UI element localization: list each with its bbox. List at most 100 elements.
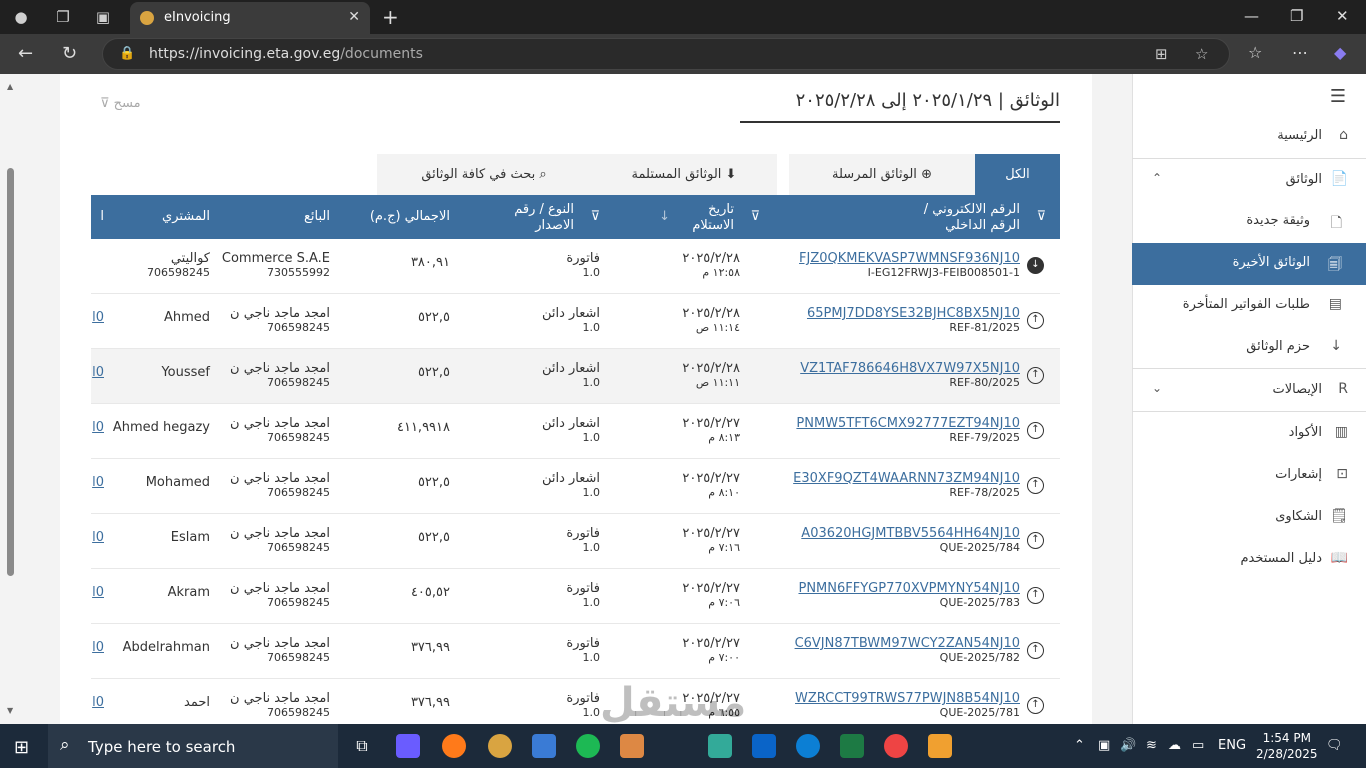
excel-icon[interactable] bbox=[840, 734, 864, 758]
doc-uuid-link[interactable]: FJZ0QKMEKVASP7WMNSF936NJ10 bbox=[760, 251, 1020, 266]
sidebar-item-user-guide[interactable]: 📖 دليل المستخدم bbox=[1132, 539, 1366, 579]
sidebar-item-new-document[interactable]: 🗋 وثيقة جديدة bbox=[1132, 201, 1366, 241]
filter-icon[interactable]: ⊽ bbox=[750, 209, 760, 225]
header-extra[interactable]: ا bbox=[100, 209, 104, 225]
table-row[interactable]: ↑ 65PMJ7DD8YSE32BJHC8BX5NJ10 REF-81/2025… bbox=[91, 294, 1060, 349]
notifications-icon[interactable]: 🗨 bbox=[1326, 738, 1343, 753]
sidebar-item-home[interactable]: ⌂ الرئيسية bbox=[1132, 116, 1366, 156]
copilot-icon[interactable]: ◆ bbox=[1334, 43, 1346, 62]
extra-link[interactable]: l0 bbox=[91, 365, 104, 380]
scroll-down-icon[interactable]: ▼ bbox=[7, 706, 13, 715]
new-tab-icon[interactable]: + bbox=[382, 5, 399, 29]
header-date[interactable]: تاريخ الاستلام bbox=[674, 202, 734, 234]
chrome-icon[interactable] bbox=[884, 734, 908, 758]
extra-link[interactable]: l0 bbox=[91, 310, 104, 325]
table-row[interactable]: ↑ A03620HGJMTBBV5564HH64NJ10 QUE-2025/78… bbox=[91, 514, 1060, 569]
header-id[interactable]: الرقم الالكتروني / الرقم الداخلي bbox=[910, 202, 1020, 234]
copilot-app-icon[interactable] bbox=[396, 734, 420, 758]
sort-icon[interactable]: ↓ bbox=[659, 209, 670, 225]
app-available-icon[interactable]: ⊞ bbox=[1155, 45, 1168, 63]
language-indicator[interactable]: ENG bbox=[1218, 738, 1246, 753]
m365-icon[interactable] bbox=[708, 734, 732, 758]
taskbar-search[interactable]: ⌕ Type here to search bbox=[48, 724, 338, 768]
sidebar-item-complaints[interactable]: 🗒 الشكاوى bbox=[1132, 497, 1366, 537]
tab-actions-icon[interactable]: ▣ bbox=[92, 6, 114, 28]
header-buyer[interactable]: المشتري bbox=[110, 209, 210, 225]
sidebar-item-document-packages[interactable]: ↓ حزم الوثائق bbox=[1132, 327, 1366, 367]
doc-uuid-link[interactable]: WZRCCT99TRWS77PWJN8B54NJ10 bbox=[760, 691, 1020, 706]
clock[interactable]: 1:54 PM 2/28/2025 bbox=[1256, 730, 1318, 762]
extra-link[interactable]: l0 bbox=[91, 420, 104, 435]
tab-all[interactable]: الكل bbox=[975, 154, 1060, 195]
table-row[interactable]: ↑ WZRCCT99TRWS77PWJN8B54NJ10 QUE-2025/78… bbox=[91, 679, 1060, 724]
task-view-icon[interactable]: ⧉ bbox=[350, 734, 374, 758]
table-row[interactable]: ↑ VZ1TAF786646H8VX7W97X5NJ10 REF-80/2025… bbox=[91, 349, 1060, 404]
app-icon[interactable] bbox=[620, 734, 644, 758]
doc-uuid-link[interactable]: A03620HGJMTBBV5564HH64NJ10 bbox=[760, 526, 1020, 541]
workspaces-icon[interactable]: ❐ bbox=[52, 6, 74, 28]
doc-uuid-link[interactable]: C6VJN87TBWM97WCY2ZAN54NJ10 bbox=[760, 636, 1020, 651]
scroll-up-icon[interactable]: ▲ bbox=[7, 82, 13, 91]
sidebar-item-notifications[interactable]: ⊡ إشعارات bbox=[1132, 455, 1366, 495]
menu-icon[interactable]: ☰ bbox=[1330, 86, 1346, 107]
cloud-icon[interactable]: ☁ bbox=[1168, 738, 1181, 753]
extra-link[interactable]: l0 bbox=[91, 585, 104, 600]
remote-app-icon[interactable] bbox=[928, 734, 952, 758]
tray-app-icon[interactable]: ▣ bbox=[1098, 738, 1110, 753]
filter-icon[interactable]: ⊽ bbox=[1036, 209, 1046, 225]
extra-link[interactable]: l0 bbox=[91, 695, 104, 710]
minimize-icon[interactable]: — bbox=[1244, 7, 1259, 25]
doc-uuid-link[interactable]: PNMN6FFYGP770XVPMYNY54NJ10 bbox=[760, 581, 1020, 596]
favorites-icon[interactable]: ☆ bbox=[1248, 43, 1262, 62]
scrollbar[interactable]: ▲ ▼ bbox=[4, 74, 16, 724]
restore-icon[interactable]: ❐ bbox=[1290, 7, 1303, 25]
header-type[interactable]: النوع / رقم الاصدار bbox=[494, 202, 574, 234]
sidebar-item-codes[interactable]: ▥ الأكواد bbox=[1132, 413, 1366, 453]
wifi-icon[interactable]: ≋ bbox=[1146, 738, 1157, 753]
tab-search-all[interactable]: ⌕ بحث في كافة الوثائق bbox=[377, 154, 591, 195]
tray-chevron-icon[interactable]: ⌃ bbox=[1074, 738, 1085, 753]
doc-uuid-link[interactable]: 65PMJ7DD8YSE32BJHC8BX5NJ10 bbox=[760, 306, 1020, 321]
store-icon[interactable] bbox=[532, 734, 556, 758]
refresh-icon[interactable]: ↻ bbox=[62, 43, 77, 64]
table-row[interactable]: ↑ PNMW5TFT6CMX92777EZT94NJ10 REF-79/2025… bbox=[91, 404, 1060, 459]
table-row[interactable]: ↑ E30XF9QZT4WAARNN73ZM94NJ10 REF-78/2025… bbox=[91, 459, 1060, 514]
table-row[interactable]: ↑ C6VJN87TBWM97WCY2ZAN54NJ10 QUE-2025/78… bbox=[91, 624, 1060, 679]
doc-uuid-link[interactable]: PNMW5TFT6CMX92777EZT94NJ10 bbox=[760, 416, 1020, 431]
clear-filter-button[interactable]: مسح ⊽ bbox=[100, 96, 141, 111]
close-tab-icon[interactable]: ✕ bbox=[348, 9, 360, 25]
more-icon[interactable]: ⋯ bbox=[1292, 43, 1308, 62]
edge-icon[interactable] bbox=[796, 734, 820, 758]
doc-uuid-link[interactable]: VZ1TAF786646H8VX7W97X5NJ10 bbox=[760, 361, 1020, 376]
doc-uuid-link[interactable]: E30XF9QZT4WAARNN73ZM94NJ10 bbox=[760, 471, 1020, 486]
favorite-star-icon[interactable]: ☆ bbox=[1195, 45, 1208, 63]
doc-version: 1.0 bbox=[582, 651, 601, 664]
header-total[interactable]: الاجمالي (ج.م) bbox=[350, 209, 450, 225]
scrollbar-thumb[interactable] bbox=[7, 168, 14, 576]
extra-link[interactable]: l0 bbox=[91, 530, 104, 545]
tab-received[interactable]: ⬇ الوثائق المستلمة bbox=[591, 154, 777, 195]
volume-icon[interactable]: 🔊 bbox=[1120, 738, 1136, 753]
extra-link[interactable]: l0 bbox=[91, 475, 104, 490]
extra-link[interactable]: l0 bbox=[91, 640, 104, 655]
windows-start-icon[interactable]: ⊞ bbox=[14, 737, 29, 758]
back-icon[interactable]: ← bbox=[18, 43, 33, 64]
firefox-icon[interactable] bbox=[442, 734, 466, 758]
einvoicing-app-icon[interactable] bbox=[488, 734, 512, 758]
table-row[interactable]: ↑ PNMN6FFYGP770XVPMYNY54NJ10 QUE-2025/78… bbox=[91, 569, 1060, 624]
close-window-icon[interactable]: ✕ bbox=[1336, 7, 1349, 25]
tab-sent[interactable]: ⊕ الوثائق المرسلة bbox=[789, 154, 975, 195]
sidebar-item-documents[interactable]: 📄 الوثائق ⌃ bbox=[1132, 160, 1366, 200]
outlook-icon[interactable] bbox=[752, 734, 776, 758]
sidebar-item-recent-documents[interactable]: 🗐 الوثائق الأخيرة bbox=[1132, 243, 1366, 285]
profile-icon[interactable]: ● bbox=[10, 6, 32, 28]
filter-icon[interactable]: ⊽ bbox=[590, 209, 600, 225]
table-row[interactable]: ↓ FJZ0QKMEKVASP7WMNSF936NJ10 I-EG12FRWJ3… bbox=[91, 239, 1060, 294]
sidebar-item-late-requests[interactable]: ▤ طلبات الفواتير المتأخرة bbox=[1132, 285, 1366, 325]
spotify-icon[interactable] bbox=[576, 734, 600, 758]
sidebar-item-receipts[interactable]: R الإيصالات ⌄ bbox=[1132, 370, 1366, 410]
battery-icon[interactable]: ▭ bbox=[1192, 738, 1204, 753]
header-seller[interactable]: البائع bbox=[230, 209, 330, 225]
browser-tab[interactable]: eInvoicing ✕ bbox=[130, 2, 370, 34]
url-field[interactable]: 🔒 https://invoicing.eta.gov.eg/documents… bbox=[102, 38, 1230, 70]
